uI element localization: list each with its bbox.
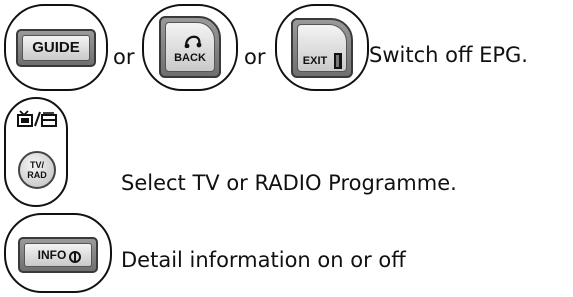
tv-radio-button-frame: TV/ RAD xyxy=(4,97,68,207)
or-text-1: or xyxy=(113,45,135,69)
exit-button-frame: EXIT xyxy=(275,4,369,91)
tv-radio-icon xyxy=(17,110,57,127)
info-button[interactable]: INFO xyxy=(18,237,98,273)
tv-radio-label-line2: RAD xyxy=(27,170,47,180)
back-button[interactable]: BACK xyxy=(159,16,221,78)
back-button-label: BACK xyxy=(174,52,206,64)
or-text-2: or xyxy=(244,45,266,69)
tv-radio-button[interactable]: TV/ RAD xyxy=(18,151,56,189)
tv-radio-label-line1: TV/ xyxy=(29,160,44,170)
guide-button-frame: GUIDE xyxy=(4,4,108,91)
guide-button-label: GUIDE xyxy=(32,39,80,56)
info-button-frame: INFO xyxy=(4,213,112,293)
back-arrow-icon xyxy=(184,35,202,48)
back-button-frame: BACK xyxy=(142,4,238,91)
info-power-icon xyxy=(69,251,81,263)
detail-information-text: Detail information on or off xyxy=(121,248,406,272)
exit-door-icon xyxy=(334,53,342,69)
select-tv-radio-text: Select TV or RADIO Programme. xyxy=(121,171,457,195)
info-button-label: INFO xyxy=(37,248,67,262)
guide-button[interactable]: GUIDE xyxy=(16,29,96,67)
switch-off-epg-text: Switch off EPG. xyxy=(369,43,528,67)
exit-button[interactable]: EXIT xyxy=(291,18,353,78)
